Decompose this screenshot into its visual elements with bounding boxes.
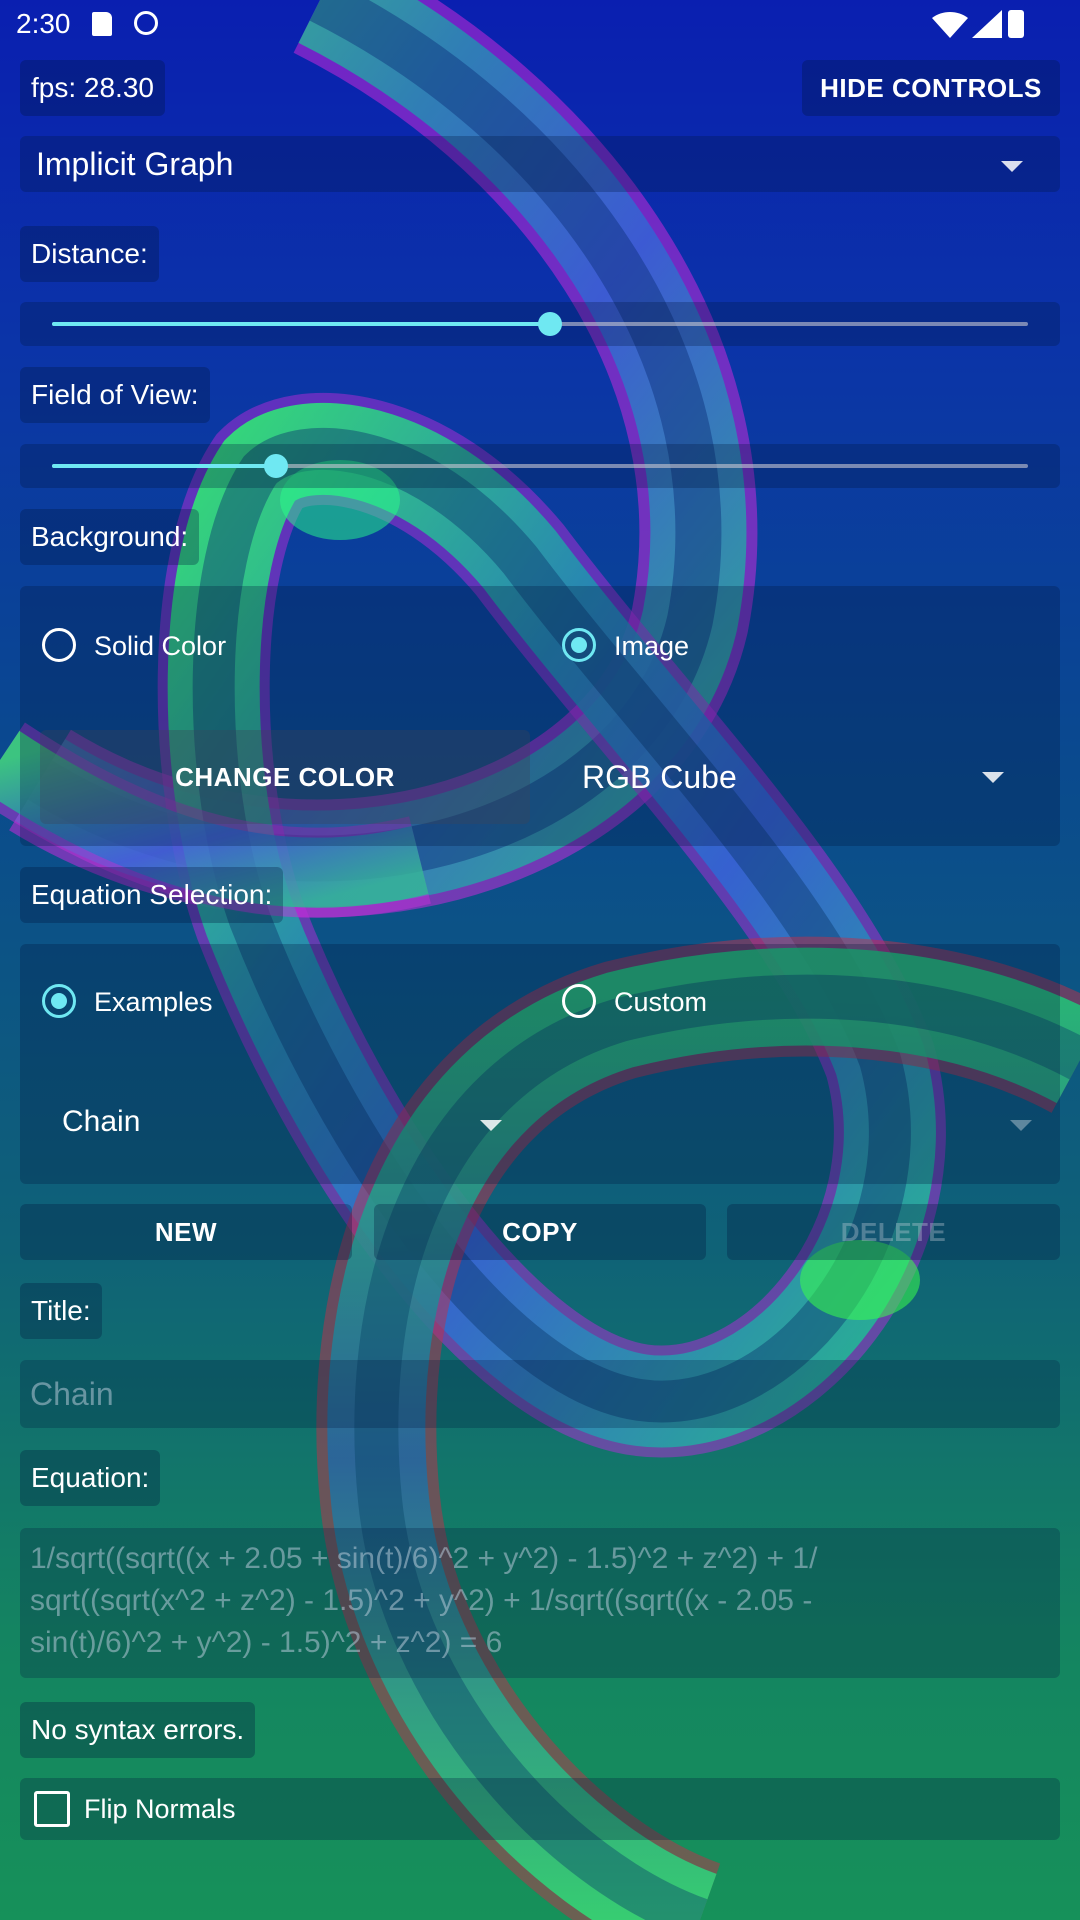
example-dropdown-value: Chain (62, 1105, 141, 1138)
distance-slider-fill (52, 322, 550, 326)
custom-label[interactable]: Custom (614, 987, 707, 1018)
chevron-down-icon (480, 1120, 502, 1131)
equation-label: Equation: (31, 1462, 150, 1493)
background-image-value: RGB Cube (582, 758, 737, 795)
image-radio[interactable] (562, 628, 596, 662)
flip-normals-checkbox[interactable] (34, 1791, 70, 1827)
hide-controls-button[interactable]: HIDE CONTROLS (802, 60, 1060, 116)
syntax-status-box: No syntax errors. (20, 1702, 256, 1758)
change-color-button[interactable]: CHANGE COLOR (40, 730, 530, 824)
fov-slider-panel (20, 444, 1060, 488)
fov-label-box: Field of View: (20, 367, 210, 423)
delete-button[interactable]: DELETE (727, 1204, 1060, 1260)
chevron-down-icon (1010, 1120, 1032, 1131)
background-label-box: Background: (20, 509, 200, 565)
examples-radio[interactable] (42, 984, 76, 1018)
title-field[interactable]: Chain (20, 1360, 1060, 1428)
equation-field[interactable]: 1/sqrt((sqrt((x + 2.05 + sin(t)/6)^2 + y… (20, 1528, 1060, 1678)
distance-label: Distance: (31, 238, 148, 269)
equation-selection-label: Equation Selection: (31, 879, 273, 910)
fov-slider-fill (52, 464, 277, 468)
battery-icon (1008, 10, 1024, 38)
fov-slider-thumb[interactable] (264, 454, 289, 478)
title-label-box: Title: (20, 1283, 102, 1339)
fps-readout: fps: 28.30 (20, 60, 165, 116)
mode-dropdown[interactable]: Implicit Graph (20, 136, 1060, 192)
equation-selection-panel: Examples Custom Chain (20, 944, 1060, 1184)
image-label[interactable]: Image (614, 631, 689, 662)
signal-icon (972, 10, 1002, 43)
sd-card-icon (92, 12, 112, 36)
distance-slider[interactable] (52, 312, 1028, 336)
solid-color-label[interactable]: Solid Color (94, 631, 226, 662)
distance-slider-panel (20, 302, 1060, 346)
mode-dropdown-value: Implicit Graph (36, 145, 234, 182)
hide-controls-label: HIDE CONTROLS (820, 72, 1042, 103)
new-label: NEW (154, 1216, 218, 1247)
solid-color-radio[interactable] (42, 628, 76, 662)
syntax-status-text: No syntax errors. (31, 1714, 245, 1745)
flip-normals-row[interactable]: Flip Normals (20, 1778, 1060, 1840)
new-button[interactable]: NEW (20, 1204, 352, 1260)
fov-label: Field of View: (31, 379, 199, 410)
background-label: Background: (31, 521, 189, 552)
background-panel: Solid Color Image CHANGE COLOR RGB Cube (20, 586, 1060, 846)
distance-label-box: Distance: (20, 226, 159, 282)
equation-line: sin(t)/6)^2 + y^2) - 1.5)^2 + z^2) = 6 (30, 1626, 503, 1659)
equation-line: sqrt((sqrt(x^2 + z^2) - 1.5)^2 + y^2) + … (30, 1584, 813, 1617)
title-label: Title: (31, 1295, 91, 1326)
distance-slider-thumb[interactable] (537, 312, 562, 336)
flip-normals-label[interactable]: Flip Normals (84, 1794, 236, 1825)
examples-label[interactable]: Examples (94, 987, 213, 1018)
chevron-down-icon (1001, 161, 1023, 172)
status-bar: 2:30 (0, 0, 1080, 50)
custom-radio[interactable] (562, 984, 596, 1018)
wifi-icon (932, 12, 968, 43)
app-notification-icon (134, 11, 158, 35)
fps-label: fps: 28.30 (31, 72, 154, 103)
custom-equation-dropdown (560, 1094, 1040, 1150)
title-field-value: Chain (30, 1375, 114, 1412)
equation-label-box: Equation: (20, 1450, 161, 1506)
copy-label: COPY (502, 1216, 578, 1247)
background-image-dropdown[interactable]: RGB Cube (582, 730, 1042, 824)
copy-button[interactable]: COPY (374, 1204, 706, 1260)
change-color-label: CHANGE COLOR (175, 761, 395, 792)
delete-label: DELETE (840, 1216, 947, 1247)
example-dropdown[interactable]: Chain (40, 1094, 510, 1150)
chevron-down-icon (982, 772, 1004, 783)
status-time: 2:30 (16, 8, 71, 39)
fov-slider[interactable] (52, 454, 1028, 478)
equation-selection-label-box: Equation Selection: (20, 867, 284, 923)
equation-line: 1/sqrt((sqrt((x + 2.05 + sin(t)/6)^2 + y… (30, 1542, 818, 1575)
